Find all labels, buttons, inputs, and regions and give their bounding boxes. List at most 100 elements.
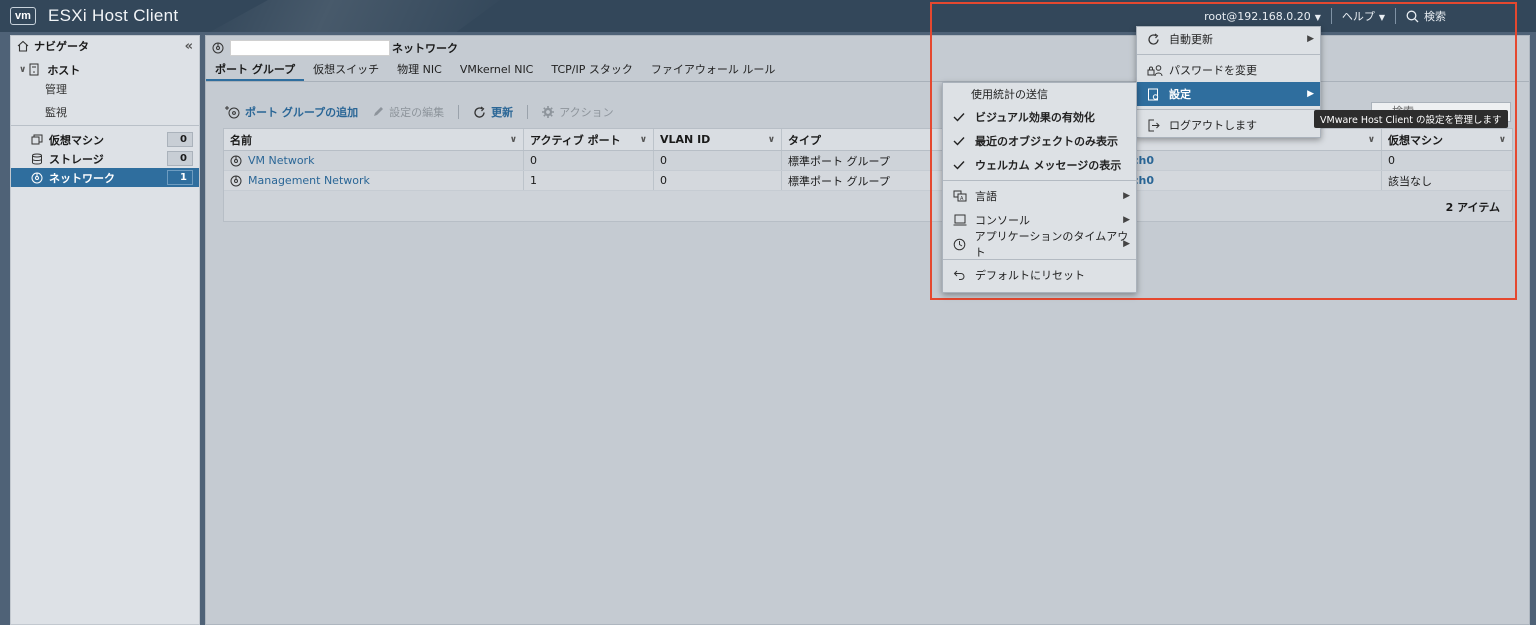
menu-item-label: アプリケーションのタイムアウト bbox=[974, 230, 1129, 259]
toolbar: ポート グループの追加 設定の編集 更新 アクション bbox=[224, 102, 628, 122]
menu-item-label: 最近のオブジェクトのみ表示 bbox=[975, 135, 1118, 148]
chevron-down-icon[interactable]: ∨ bbox=[510, 135, 517, 145]
network-count-badge: 1 bbox=[167, 170, 193, 185]
chevron-down-icon[interactable]: ∨ bbox=[1499, 135, 1506, 145]
vm-icon bbox=[31, 134, 45, 146]
user-dropdown-menu: 自動更新 ▶ パスワードを変更 設定 ▶ ログアウトします bbox=[1136, 26, 1321, 138]
menu-item-label: パスワードを変更 bbox=[1169, 64, 1257, 77]
user-label: root@192.168.0.20 bbox=[1204, 9, 1311, 23]
nav-divider bbox=[11, 125, 199, 126]
column-header-vms[interactable]: 仮想マシン ∨ bbox=[1382, 129, 1512, 150]
nav-vms-label: 仮想マシン bbox=[49, 133, 104, 147]
row-vms: 該当なし bbox=[1388, 174, 1432, 188]
tab-vmkernel-nics[interactable]: VMkernel NIC bbox=[451, 60, 543, 81]
row-active-ports: 1 bbox=[524, 171, 654, 190]
add-network-icon bbox=[224, 105, 240, 119]
row-vlan-id: 0 bbox=[654, 151, 782, 170]
actions-button[interactable]: アクション bbox=[542, 104, 614, 120]
chevron-right-icon: ▶ bbox=[1123, 191, 1130, 201]
page-title: ネットワーク bbox=[392, 42, 458, 55]
search-icon bbox=[1406, 10, 1419, 23]
row-name-label: VM Network bbox=[248, 154, 315, 167]
menu-item-app-timeout[interactable]: アプリケーションのタイムアウト ▶ bbox=[943, 230, 1136, 259]
menu-item-label: 言語 bbox=[975, 190, 997, 203]
column-header-active-ports[interactable]: アクティブ ポート ∨ bbox=[524, 129, 654, 150]
menu-item-visual-effects[interactable]: ビジュアル効果の有効化 bbox=[943, 105, 1136, 129]
nav-item-monitor[interactable]: 監視 bbox=[11, 102, 199, 121]
chevron-right-icon: ▶ bbox=[1307, 89, 1314, 99]
column-label: VLAN ID bbox=[660, 133, 711, 146]
chevron-down-icon[interactable]: ∨ bbox=[19, 65, 26, 75]
menu-item-label: 設定 bbox=[1169, 88, 1191, 101]
nav-manage-label: 管理 bbox=[45, 82, 67, 96]
nav-item-storage[interactable]: ストレージ 0 bbox=[11, 149, 199, 168]
menu-item-label: 使用統計の送信 bbox=[971, 88, 1048, 101]
menu-item-logout[interactable]: ログアウトします bbox=[1137, 113, 1320, 137]
tab-port-groups[interactable]: ポート グループ bbox=[206, 60, 305, 81]
network-icon bbox=[212, 42, 224, 54]
nav-item-network[interactable]: ネットワーク 1 bbox=[11, 168, 199, 187]
storage-count-badge: 0 bbox=[167, 151, 193, 166]
port-group-table: 名前 ∨ アクティブ ポート ∨ VLAN ID ∨ タイプ ∨ 仮想マシン ∨ VM … bbox=[223, 128, 1513, 222]
settings-tooltip: VMware Host Client の設定を管理します bbox=[1314, 110, 1508, 128]
menu-item-welcome-message[interactable]: ウェルカム メッセージの表示 bbox=[943, 153, 1136, 177]
home-icon bbox=[17, 40, 29, 52]
column-header-name[interactable]: 名前 ∨ bbox=[224, 129, 524, 150]
menu-item-reset-defaults[interactable]: デフォルトにリセット bbox=[943, 263, 1136, 287]
nav-item-vms[interactable]: 仮想マシン 0 bbox=[11, 130, 199, 149]
divider bbox=[1330, 8, 1332, 24]
top-search-button[interactable]: 検索 bbox=[1406, 8, 1446, 24]
collapse-icon[interactable]: « bbox=[185, 39, 193, 54]
row-name[interactable]: VM Network bbox=[224, 151, 524, 170]
vms-count-badge: 0 bbox=[167, 132, 193, 147]
svg-text:A: A bbox=[960, 196, 964, 202]
refresh-button[interactable]: 更新 bbox=[473, 104, 513, 120]
checkmark-icon bbox=[953, 112, 971, 122]
menu-item-language[interactable]: A 言語 ▶ bbox=[943, 184, 1136, 208]
chevron-down-icon[interactable]: ∨ bbox=[1368, 135, 1375, 145]
add-port-group-button[interactable]: ポート グループの追加 bbox=[224, 104, 358, 120]
toolbar-divider bbox=[458, 105, 460, 119]
menu-divider bbox=[1137, 109, 1320, 110]
tab-firewall-rules[interactable]: ファイアウォール ルール bbox=[642, 60, 785, 81]
chevron-right-icon: ▶ bbox=[1307, 34, 1314, 44]
menu-item-recent-objects[interactable]: 最近のオブジェクトのみ表示 bbox=[943, 129, 1136, 153]
breadcrumb: ネットワーク bbox=[212, 40, 458, 56]
network-icon bbox=[230, 155, 242, 167]
user-menu-button[interactable]: root@192.168.0.20 ▼ bbox=[1204, 10, 1321, 23]
menu-item-change-password[interactable]: パスワードを変更 bbox=[1137, 58, 1320, 82]
table-row[interactable]: VM Network 0 0 標準ポート グループ ch0 0 bbox=[224, 151, 1512, 171]
tab-tcpip-stacks[interactable]: TCP/IP スタック bbox=[542, 60, 641, 81]
column-label: アクティブ ポート bbox=[530, 133, 621, 147]
help-label: ヘルプ bbox=[1341, 10, 1375, 23]
item-count: 2 アイテム bbox=[1445, 201, 1500, 214]
menu-item-settings[interactable]: 設定 ▶ bbox=[1137, 82, 1320, 106]
column-header-vlan-id[interactable]: VLAN ID ∨ bbox=[654, 129, 782, 150]
edit-settings-button[interactable]: 設定の編集 bbox=[372, 104, 444, 120]
pencil-icon bbox=[372, 106, 384, 118]
nav-item-manage[interactable]: 管理 bbox=[11, 79, 199, 98]
tab-virtual-switches[interactable]: 仮想スイッチ bbox=[304, 60, 388, 81]
edit-settings-label: 設定の編集 bbox=[389, 106, 445, 119]
row-name[interactable]: Management Network bbox=[224, 171, 524, 190]
menu-divider bbox=[943, 180, 1136, 181]
row-vswitch-link[interactable]: ch0 bbox=[1132, 151, 1382, 170]
menu-item-auto-refresh[interactable]: 自動更新 ▶ bbox=[1137, 27, 1320, 51]
menu-item-label: ログアウトします bbox=[1169, 119, 1257, 132]
row-vswitch-link[interactable]: ch0 bbox=[1132, 171, 1382, 190]
nav-monitor-label: 監視 bbox=[45, 105, 67, 119]
menu-item-label: コンソール bbox=[975, 214, 1030, 227]
chevron-down-icon[interactable]: ∨ bbox=[768, 135, 775, 145]
table-row[interactable]: Management Network 1 0 標準ポート グループ ch0 該当… bbox=[224, 171, 1512, 191]
help-menu-button[interactable]: ヘルプ ▼ bbox=[1342, 8, 1385, 24]
menu-item-label: ビジュアル効果の有効化 bbox=[975, 111, 1095, 124]
chevron-right-icon: ▶ bbox=[1123, 215, 1130, 225]
gear-icon bbox=[542, 106, 555, 118]
row-vms: 0 bbox=[1388, 154, 1395, 167]
caret-down-icon: ▼ bbox=[1314, 12, 1321, 22]
menu-item-send-usage-stats[interactable]: 使用統計の送信 bbox=[943, 83, 1136, 105]
nav-item-host[interactable]: ∨ ホスト bbox=[11, 60, 199, 79]
caret-down-icon: ▼ bbox=[1378, 13, 1385, 22]
chevron-down-icon[interactable]: ∨ bbox=[640, 135, 647, 145]
tab-physical-nics[interactable]: 物理 NIC bbox=[388, 60, 451, 81]
